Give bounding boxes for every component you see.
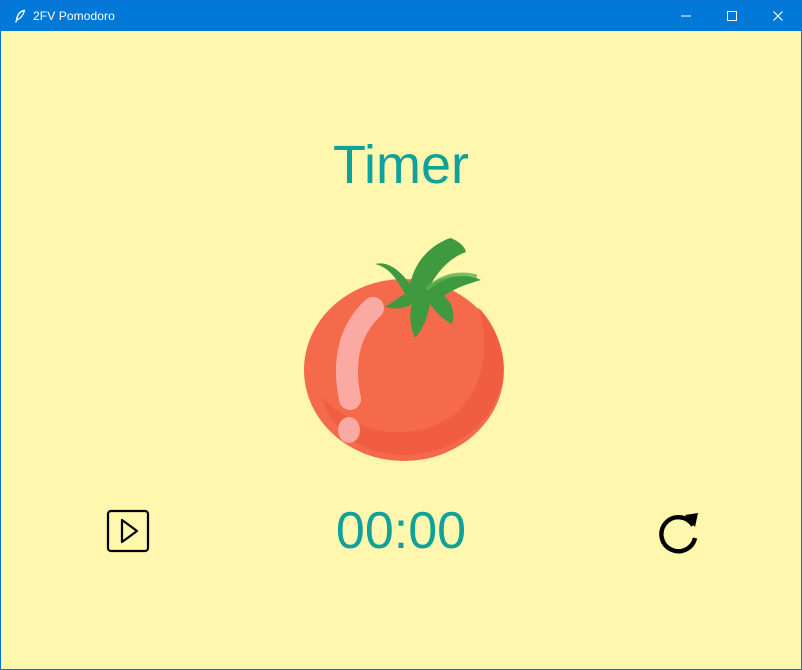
title-bar[interactable]: 2FV Pomodoro bbox=[1, 1, 801, 31]
start-button[interactable] bbox=[106, 509, 150, 553]
play-icon bbox=[106, 509, 150, 553]
window-title: 2FV Pomodoro bbox=[33, 9, 115, 23]
close-button[interactable] bbox=[755, 1, 801, 31]
close-icon bbox=[773, 11, 783, 21]
timer-display: 00:00 bbox=[335, 502, 467, 560]
tomato-icon bbox=[304, 238, 504, 461]
app-window: 2FV Pomodoro Timer 00:00 bbox=[0, 0, 802, 670]
maximize-icon bbox=[727, 11, 737, 21]
minimize-icon bbox=[681, 15, 691, 17]
page-title: Timer bbox=[333, 135, 469, 195]
minimize-button[interactable] bbox=[663, 1, 709, 31]
refresh-icon bbox=[659, 513, 698, 554]
window-controls bbox=[663, 1, 801, 31]
feather-icon bbox=[10, 6, 30, 26]
maximize-button[interactable] bbox=[709, 1, 755, 31]
reset-button[interactable] bbox=[656, 509, 702, 555]
main-content: Timer 00:00 bbox=[1, 31, 801, 669]
